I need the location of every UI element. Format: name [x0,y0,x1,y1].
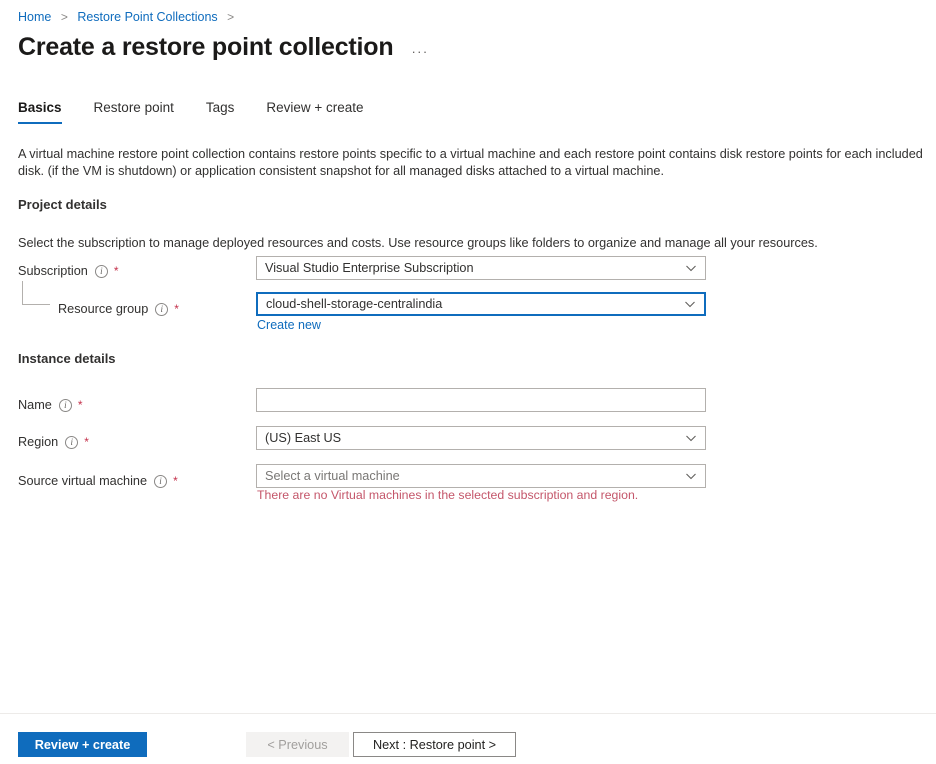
required-indicator: * [114,265,119,277]
tab-basics[interactable]: Basics [18,100,62,124]
create-restore-point-collection-page: Home > Restore Point Collections > Creat… [0,0,936,764]
source-virtual-machine-dropdown[interactable]: Select a virtual machine [256,464,706,488]
name-input[interactable] [256,388,706,412]
required-indicator: * [173,475,178,487]
resource-group-value: cloud-shell-storage-centralindia [266,297,678,311]
breadcrumb: Home > Restore Point Collections > [18,9,240,25]
resource-group-dropdown[interactable]: cloud-shell-storage-centralindia [256,292,706,316]
next-restore-point-button[interactable]: Next : Restore point > [353,732,516,757]
chevron-down-icon [685,470,697,482]
region-label: Region [18,435,58,449]
create-new-resource-group-link[interactable]: Create new [257,318,321,332]
section-description-project-details: Select the subscription to manage deploy… [18,235,818,252]
info-icon[interactable]: i [155,303,168,316]
subscription-value: Visual Studio Enterprise Subscription [265,261,679,275]
required-indicator: * [174,303,179,315]
info-icon[interactable]: i [154,475,167,488]
chevron-down-icon [684,298,696,310]
subscription-label: Subscription [18,264,88,278]
info-icon[interactable]: i [59,399,72,412]
section-heading-project-details: Project details [18,197,107,212]
info-icon[interactable]: i [65,436,78,449]
source-virtual-machine-label: Source virtual machine [18,474,147,488]
wizard-footer: Review + create < Previous Next : Restor… [0,714,936,764]
breadcrumb-separator-icon: > [61,10,68,24]
region-dropdown[interactable]: (US) East US [256,426,706,450]
title-row: Create a restore point collection ··· [18,32,429,62]
chevron-down-icon [685,262,697,274]
breadcrumb-item-restore-point-collections[interactable]: Restore Point Collections [77,10,217,24]
review-create-button[interactable]: Review + create [18,732,147,757]
section-heading-instance-details: Instance details [18,351,116,366]
source-virtual-machine-error-message: There are no Virtual machines in the sel… [257,488,638,502]
resource-group-label: Resource group [58,302,148,316]
required-indicator: * [84,436,89,448]
more-options-icon[interactable]: ··· [411,47,428,57]
wizard-tabs: Basics Restore point Tags Review + creat… [18,100,396,124]
info-icon[interactable]: i [95,265,108,278]
region-value: (US) East US [265,431,679,445]
subscription-dropdown[interactable]: Visual Studio Enterprise Subscription [256,256,706,280]
tab-restore-point[interactable]: Restore point [94,100,174,124]
source-virtual-machine-value: Select a virtual machine [265,469,679,483]
previous-button: < Previous [246,732,349,757]
tab-review-create[interactable]: Review + create [266,100,363,124]
chevron-down-icon [685,432,697,444]
tab-tags[interactable]: Tags [206,100,235,124]
intro-description: A virtual machine restore point collecti… [18,146,936,180]
breadcrumb-separator-icon: > [227,10,234,24]
page-title: Create a restore point collection [18,32,393,62]
required-indicator: * [78,399,83,411]
breadcrumb-item-home[interactable]: Home [18,10,51,24]
name-label: Name [18,398,52,412]
